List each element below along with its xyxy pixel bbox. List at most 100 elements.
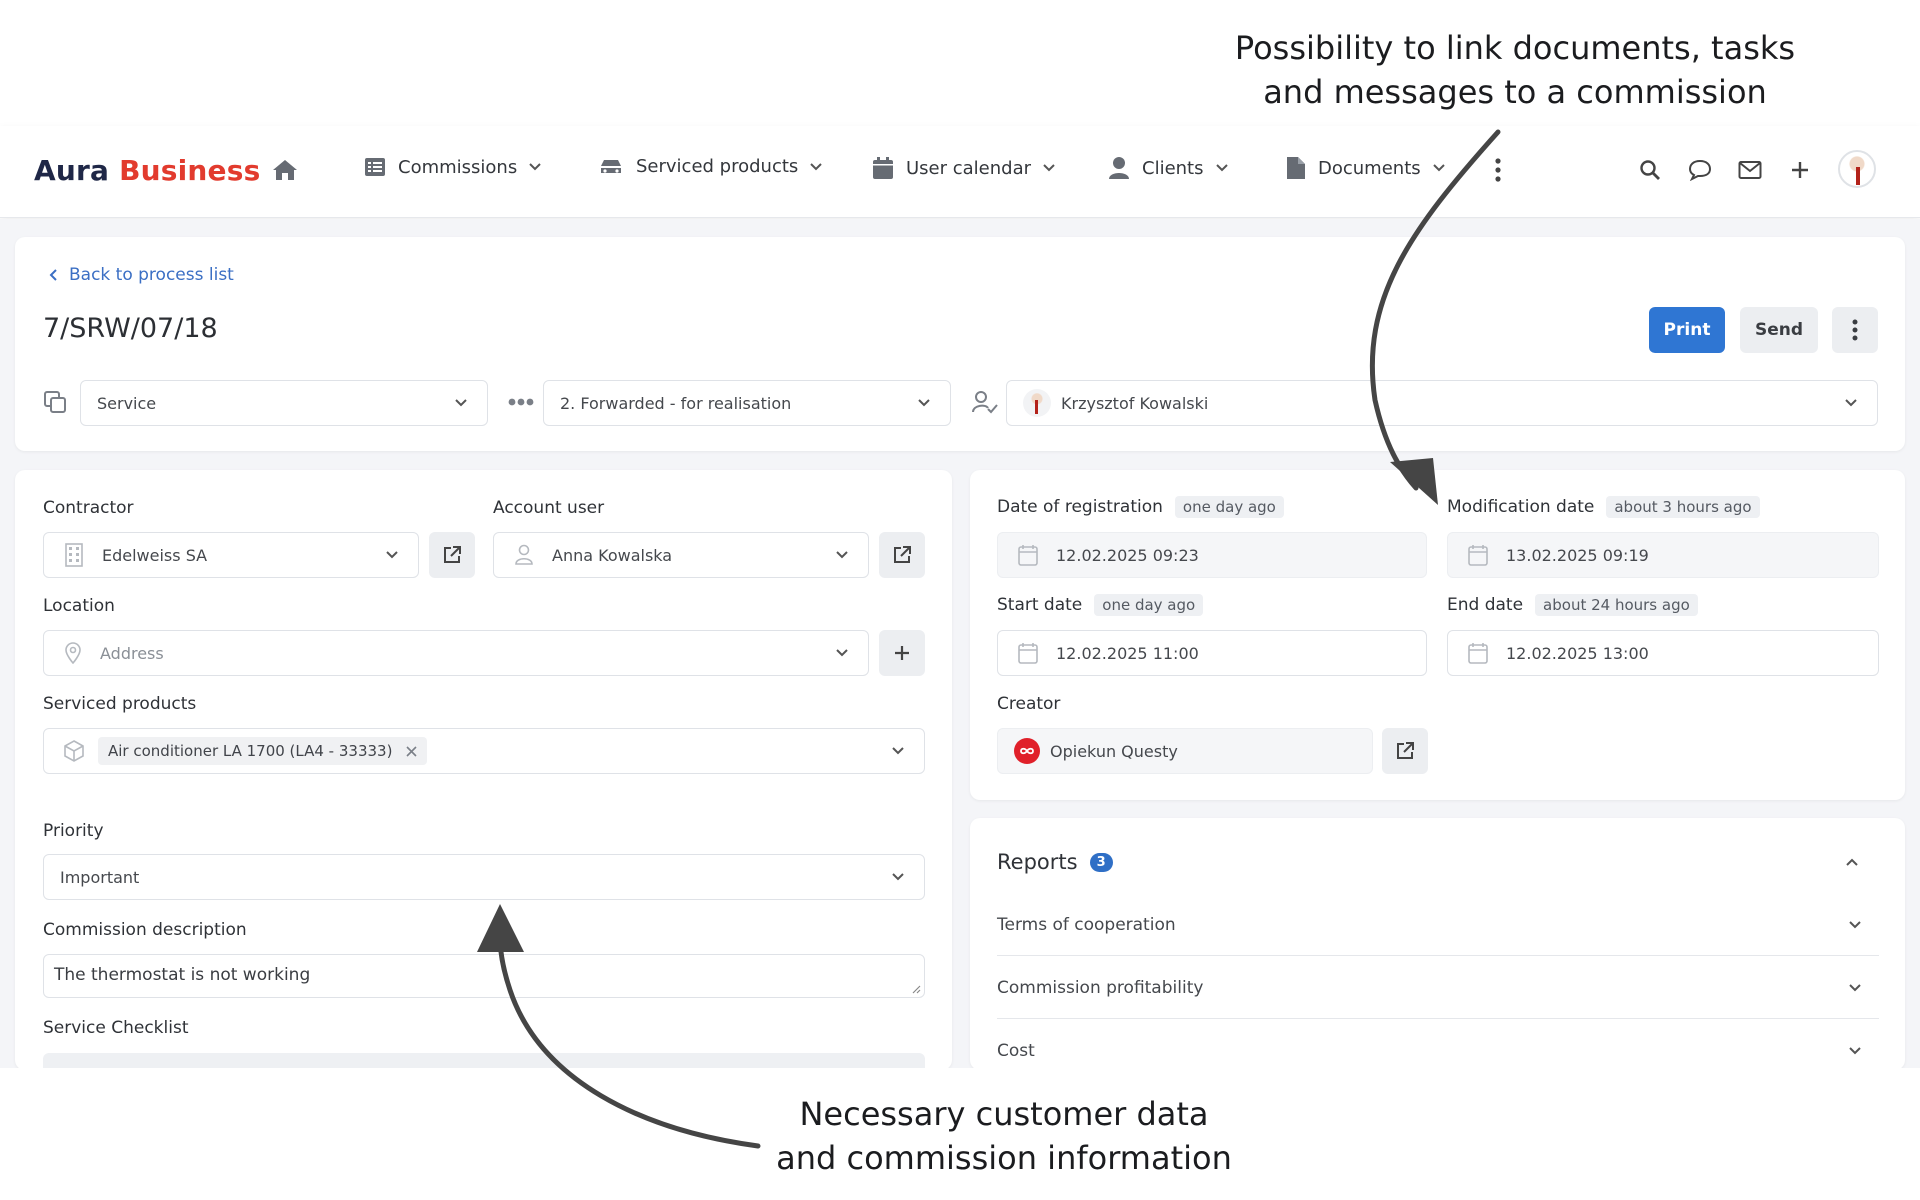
annotation-top-line2: and messages to a commission [1263, 73, 1767, 111]
chevron-left-icon [49, 269, 57, 281]
annotation-top-line1: Possibility to link documents, tasks [1234, 29, 1796, 67]
chevron-down-icon [918, 399, 930, 407]
logo-text-aura: Aura [34, 154, 110, 187]
modification-date-field[interactable]: 13.02.2025 09:19 [1447, 532, 1879, 578]
map-pin-icon [65, 642, 81, 664]
report-row[interactable]: Commission profitability [997, 957, 1879, 1019]
reports-header[interactable]: Reports 3 [997, 850, 1113, 874]
nav-user-calendar-label: User calendar [906, 157, 1032, 179]
priority-select[interactable]: Important [43, 854, 925, 900]
back-to-list-link[interactable]: Back to process list [49, 265, 234, 285]
modification-date-value: 13.02.2025 09:19 [1506, 545, 1649, 565]
contractor-value: Edelweiss SA [102, 545, 208, 565]
start-relative-badge: one day ago [1094, 594, 1204, 616]
end-date-field[interactable]: 12.02.2025 13:00 [1447, 630, 1879, 676]
logo[interactable]: Aura Business [34, 154, 260, 187]
status-dots-icon [508, 398, 534, 406]
more-actions-button[interactable] [1832, 307, 1878, 353]
list-icon [365, 158, 385, 176]
location-placeholder: Address [100, 643, 164, 663]
plus-icon[interactable] [1784, 154, 1816, 186]
chevron-down-icon [1432, 164, 1445, 172]
search-icon[interactable] [1634, 154, 1666, 186]
building-icon [65, 543, 83, 567]
chevron-down-icon [810, 162, 822, 170]
plus-icon [895, 646, 909, 660]
page: { "annotations": { "top_line1": "Possibi… [0, 0, 1920, 1200]
calendar-icon [1468, 643, 1488, 664]
nav-documents-label: Documents [1318, 157, 1421, 179]
modification-relative-badge: about 3 hours ago [1606, 496, 1760, 518]
creator-label: Creator [997, 694, 1061, 714]
nav-commissions-label: Commissions [398, 156, 518, 178]
user-avatar[interactable] [1838, 150, 1876, 188]
registration-date-field[interactable]: 12.02.2025 09:23 [997, 532, 1427, 578]
location-label: Location [43, 596, 115, 616]
registration-date-label: Date of registration [997, 497, 1163, 517]
nav-serviced-products[interactable]: Serviced products [598, 156, 822, 177]
open-account-user-button[interactable] [879, 532, 925, 578]
end-date-value: 12.02.2025 13:00 [1506, 643, 1649, 663]
nav-documents[interactable]: Documents [1286, 156, 1445, 180]
start-date-value: 12.02.2025 11:00 [1056, 643, 1199, 663]
chevron-down-icon [836, 551, 848, 559]
report-row-label: Commission profitability [997, 977, 1204, 998]
contractor-select[interactable]: Edelweiss SA [43, 532, 419, 578]
location-select[interactable]: Address [43, 630, 869, 676]
annotation-bottom-line1: Necessary customer data [799, 1095, 1209, 1133]
description-textarea[interactable]: The thermostat is not working [43, 954, 925, 998]
registration-date-label-group: Date of registration one day ago [997, 496, 1284, 518]
chevron-down-icon [1849, 983, 1861, 991]
nav-commissions[interactable]: Commissions [364, 156, 541, 178]
report-row[interactable]: Terms of cooperation [997, 894, 1879, 956]
chevron-down-icon [836, 649, 848, 657]
creator-avatar [1014, 738, 1040, 764]
close-icon[interactable] [406, 745, 418, 757]
report-row-label: Terms of cooperation [997, 914, 1176, 935]
status-select[interactable]: 2. Forwarded - for realisation [543, 380, 951, 426]
external-link-icon [1397, 742, 1414, 759]
creator-field[interactable]: Opiekun Questy [997, 728, 1373, 774]
open-creator-button[interactable] [1382, 728, 1428, 774]
end-date-label: End date [1447, 595, 1524, 615]
end-date-label-group: End date about 24 hours ago [1447, 594, 1698, 616]
person-icon [515, 544, 533, 565]
nav-clients-label: Clients [1142, 157, 1204, 179]
chevron-down-icon [1849, 920, 1861, 928]
copy-icon [44, 391, 66, 413]
home-icon[interactable] [272, 158, 300, 184]
account-user-select[interactable]: Anna Kowalska [493, 532, 869, 578]
account-user-label: Account user [493, 498, 605, 518]
resize-handle-icon[interactable] [911, 984, 921, 994]
registration-relative-badge: one day ago [1174, 496, 1284, 518]
chevron-down-icon [529, 163, 541, 171]
commission-header-card: Back to process list 7/SRW/07/18 Print S… [15, 237, 1905, 451]
serviced-products-select[interactable]: Air conditioner LA 1700 (LA4 - 33333) [43, 728, 925, 774]
open-contractor-button[interactable] [429, 532, 475, 578]
nav-user-calendar[interactable]: User calendar [872, 156, 1055, 180]
mail-icon[interactable] [1734, 154, 1766, 186]
box-icon [64, 740, 84, 762]
annotation-bottom: Necessary customer data and commission i… [724, 1092, 1284, 1180]
chat-icon[interactable] [1684, 154, 1716, 186]
assignee-value: Krzysztof Kowalski [1061, 393, 1209, 413]
more-vertical-icon[interactable] [1482, 154, 1514, 186]
serviced-product-chip[interactable]: Air conditioner LA 1700 (LA4 - 33333) [98, 737, 428, 765]
chevron-down-icon [1845, 399, 1857, 407]
start-date-field[interactable]: 12.02.2025 11:00 [997, 630, 1427, 676]
dates-card: Date of registration one day ago 12.02.2… [970, 470, 1905, 800]
chevron-up-icon[interactable] [1846, 858, 1858, 866]
nav-clients[interactable]: Clients [1108, 156, 1228, 180]
contractor-label: Contractor [43, 498, 134, 518]
assignee-select[interactable]: Krzysztof Kowalski [1006, 380, 1878, 426]
calendar-icon [1018, 545, 1038, 566]
reports-count-badge: 3 [1089, 852, 1113, 872]
car-icon [601, 159, 621, 173]
description-label: Commission description [43, 920, 247, 940]
start-date-label: Start date [997, 595, 1083, 615]
print-button[interactable]: Print [1649, 307, 1725, 353]
logo-text-business: Business [119, 154, 261, 187]
send-button[interactable]: Send [1740, 307, 1818, 353]
add-location-button[interactable] [879, 630, 925, 676]
commission-type-select[interactable]: Service [80, 380, 488, 426]
